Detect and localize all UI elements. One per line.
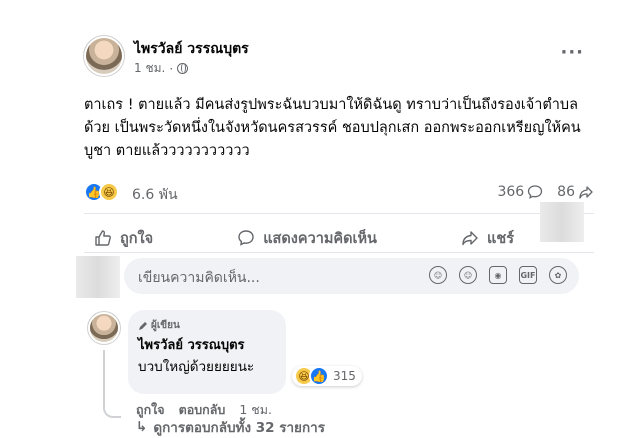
share-icon (462, 231, 478, 246)
emoji-icon[interactable]: ☺ (459, 266, 477, 284)
divider-top (84, 213, 594, 214)
comment-icon (238, 230, 254, 246)
comment-text: บวบใหญ่ด้วยยยยนะ (138, 359, 255, 375)
thumbs-up-icon (95, 230, 111, 246)
comment-input[interactable]: เขียนความคิดเห็น... ☺ ☺ ◉ GIF ✿ (124, 258, 579, 294)
like-label: ถูกใจ (120, 230, 154, 247)
camera-icon[interactable]: ◉ (489, 266, 507, 284)
divider-bottom (84, 252, 594, 253)
author-avatar[interactable] (84, 36, 124, 76)
comment-placeholder: เขียนความคิดเห็น... (138, 270, 260, 286)
redacted-viewer-avatar (76, 256, 120, 298)
comment-label: แสดงความคิดเห็น (263, 230, 377, 247)
globe-icon (177, 63, 189, 74)
comment-author-avatar[interactable] (88, 312, 120, 344)
post-author-name[interactable]: ไพรวัลย์ วรรณบุตร (134, 38, 249, 60)
comment-like-icon: 👍 (309, 366, 329, 386)
gif-icon[interactable]: GIF (519, 266, 537, 284)
comment-bubble: ผู้เขียน ไพรวัลย์ วรรณบุตร บวบใหญ่ด้วยยย… (128, 310, 286, 394)
redacted-area (540, 202, 584, 242)
engagement-counts: 366 86 (497, 184, 594, 200)
post-card: ไพรวัลย์ วรรณบุตร 1 ชม. · ··· ตาเถร ! ตา… (72, 20, 606, 436)
comment-count-link[interactable]: 366 (497, 184, 543, 200)
reaction-icons[interactable]: 👍 😆 (84, 182, 119, 202)
comment-count: 366 (497, 184, 525, 200)
share-count: 86 (557, 184, 575, 200)
share-button[interactable]: แชร์ (451, 220, 524, 256)
meta-separator: · (169, 61, 174, 76)
pencil-icon (139, 321, 147, 330)
reply-arrow-icon: ↳ (136, 419, 148, 435)
view-replies-link[interactable]: ↳ ดูการตอบกลับทั้ง 32 รายการ (136, 416, 325, 438)
like-button[interactable]: ถูกใจ (84, 220, 163, 256)
comment-bubble-icon (528, 185, 543, 199)
comment-reaction-count: 315 (333, 369, 356, 383)
view-replies-label: ดูการตอบกลับทั้ง 32 รายการ (153, 420, 325, 436)
author-badge-label: ผู้เขียน (151, 320, 180, 331)
share-count-link[interactable]: 86 (557, 184, 594, 200)
avatar-sticker-icon[interactable]: ☺ (429, 266, 447, 284)
post-actions: ถูกใจ แสดงความคิดเห็น แชร์ (84, 220, 524, 256)
sticker-icon[interactable]: ✿ (549, 266, 567, 284)
post-text: ตาเถร ! ตายแล้ว มีคนส่งรูปพระฉันบวบมาให้… (84, 97, 581, 159)
reaction-count[interactable]: 6.6 พัน (132, 184, 178, 206)
comment-input-tools: ☺ ☺ ◉ GIF ✿ (429, 266, 567, 284)
post-time[interactable]: 1 ชม. (134, 59, 165, 78)
author-badge: ผู้เขียน (138, 318, 180, 333)
share-arrow-icon (579, 186, 593, 199)
reaction-summary: 👍 😆 6.6 พัน 366 86 (84, 182, 594, 206)
comment-reaction-summary[interactable]: 😆 👍 315 (292, 366, 362, 386)
comment-button[interactable]: แสดงความคิดเห็น (227, 220, 387, 256)
post-meta: 1 ชม. · (134, 59, 189, 78)
share-label: แชร์ (487, 230, 514, 247)
more-options-button[interactable]: ··· (560, 42, 584, 63)
haha-reaction-icon: 😆 (99, 182, 119, 202)
comment-author-name[interactable]: ไพรวัลย์ วรรณบุตร (138, 334, 245, 355)
thread-connector (103, 400, 121, 418)
